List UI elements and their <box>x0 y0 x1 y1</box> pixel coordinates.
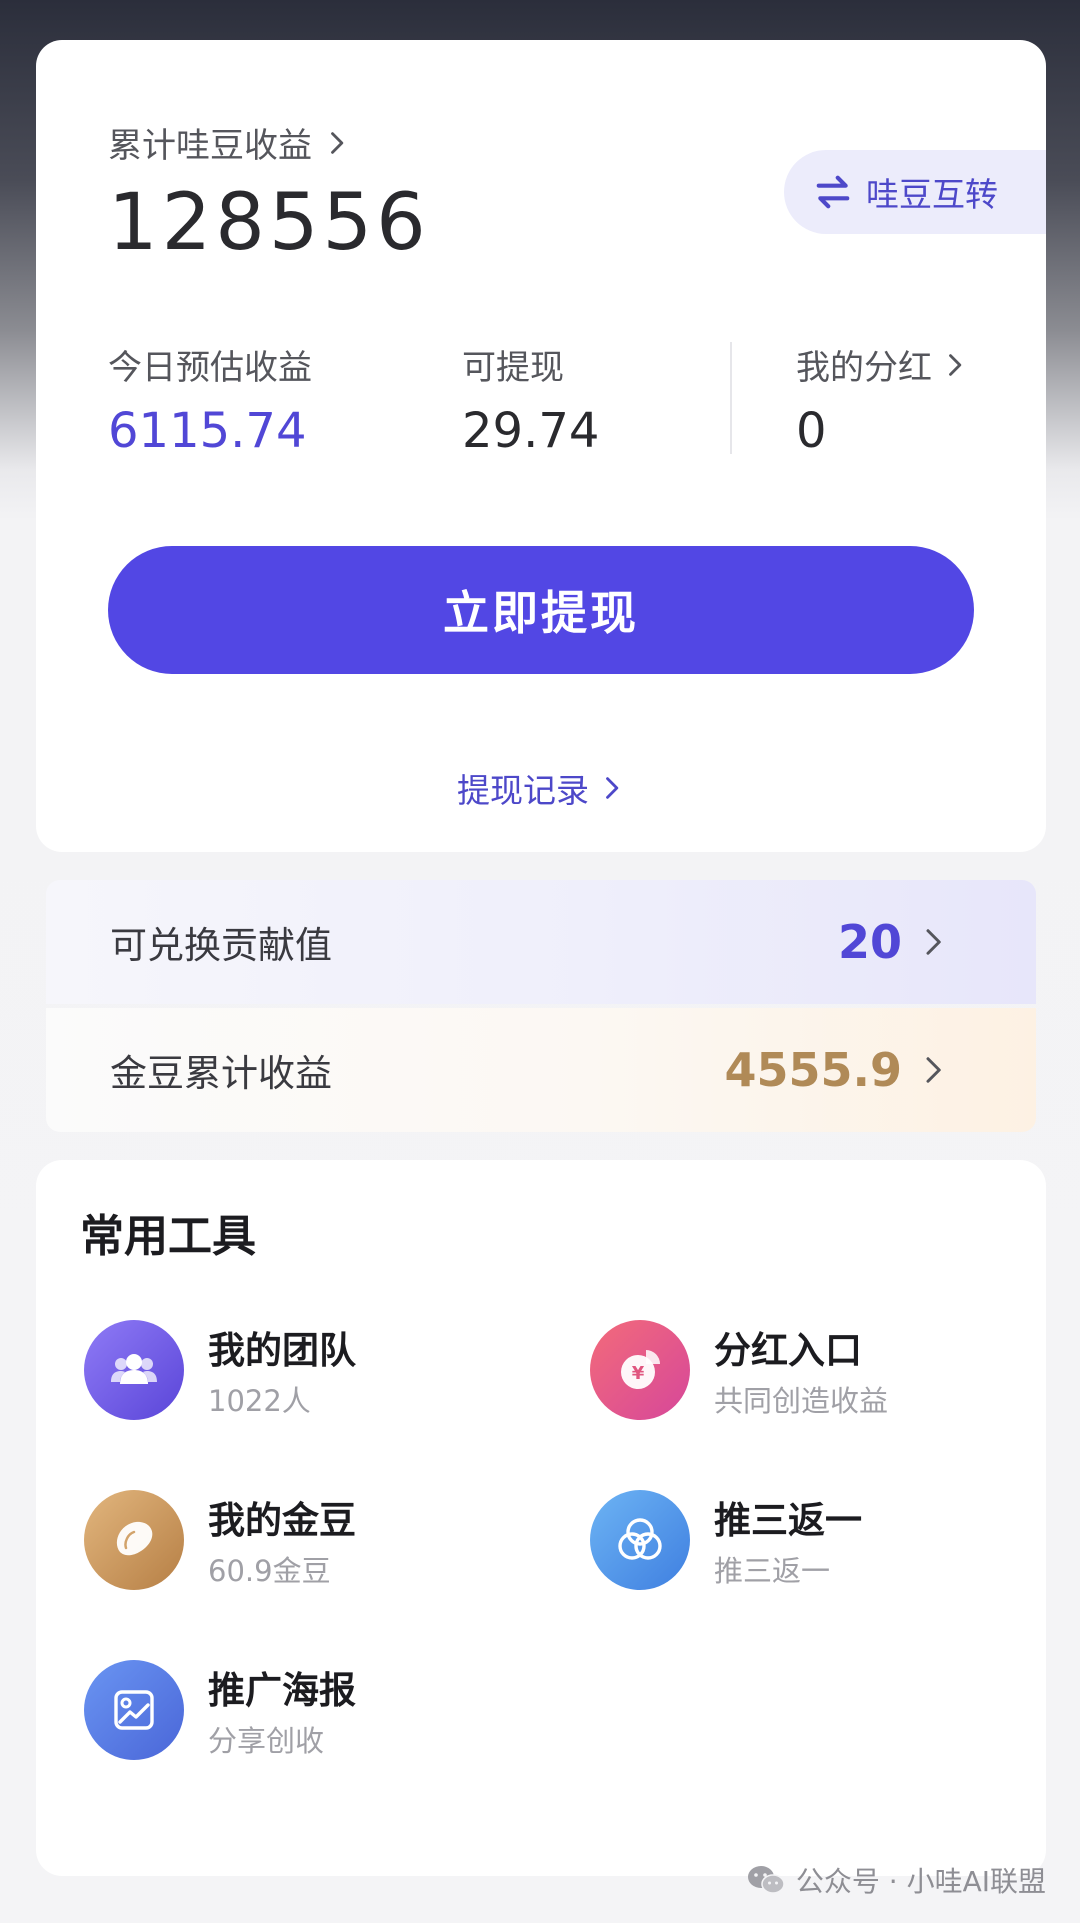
poster-icon <box>84 1660 184 1760</box>
earnings-card: 累计哇豆收益 128556 哇豆互转 今日预估收益 6115.74 可提现 29… <box>36 40 1046 852</box>
transfer-button[interactable]: 哇豆互转 <box>784 150 1046 234</box>
swap-icon <box>814 173 852 211</box>
tool-subtitle: 推三返一 <box>714 1554 831 1588</box>
tool-text: 推广海报 分享创收 <box>208 1660 356 1760</box>
divider <box>730 342 732 454</box>
tool-name: 推广海报 <box>208 1669 356 1712</box>
stat-withdrawable: 可提现 29.74 <box>462 340 599 459</box>
total-earnings-link[interactable]: 累计哇豆收益 <box>108 118 350 167</box>
stat-label: 我的分红 <box>796 348 932 388</box>
dividend-icon: ¥ <box>590 1320 690 1420</box>
contribution-value-group: 20 <box>838 915 948 969</box>
tool-text: 我的团队 1022人 <box>208 1320 356 1420</box>
withdraw-now-button[interactable]: 立即提现 <box>108 546 974 674</box>
chevron-right-icon <box>918 927 948 957</box>
gold-bean-earnings-row[interactable]: 金豆累计收益 4555.9 <box>46 1008 1036 1132</box>
contribution-row[interactable]: 可兑换贡献值 20 <box>46 880 1036 1004</box>
stat-my-dividend[interactable]: 我的分红 0 <box>796 340 968 459</box>
stat-label: 可提现 <box>462 348 564 388</box>
gold-bean-value-group: 4555.9 <box>724 1043 948 1097</box>
tool-subtitle: 分享创收 <box>208 1724 325 1758</box>
tools-title: 常用工具 <box>80 1211 256 1262</box>
watermark: 公众号 · 小哇AI联盟 <box>746 1860 1046 1900</box>
svg-text:¥: ¥ <box>632 1363 645 1384</box>
tool-name: 我的金豆 <box>208 1499 356 1542</box>
tool-subtitle: 60.9金豆 <box>208 1554 331 1588</box>
tool-text: 推三返一 推三返一 <box>714 1490 862 1590</box>
gold-bean-icon <box>84 1490 184 1590</box>
common-tools-card: 常用工具 我的团队 1022人 ¥ 分红入口 共同创造收益 我的金豆 60.9金… <box>36 1160 1046 1876</box>
tool-subtitle: 1022人 <box>208 1384 311 1418</box>
tool-name: 分红入口 <box>714 1329 862 1372</box>
venn-icon <box>590 1490 690 1590</box>
total-earnings-value: 128556 <box>108 178 430 268</box>
stat-value: 29.74 <box>462 403 600 459</box>
withdraw-records-link[interactable]: 提现记录 <box>36 764 1046 812</box>
chevron-right-icon <box>918 1055 948 1085</box>
tool-name: 推三返一 <box>714 1499 862 1542</box>
stat-label-link[interactable]: 我的分红 <box>796 340 968 389</box>
tool-dividend-entry[interactable]: ¥ 分红入口 共同创造收益 <box>590 1320 888 1420</box>
contribution-value: 20 <box>837 915 902 969</box>
tool-promo-poster[interactable]: 推广海报 分享创收 <box>84 1660 356 1760</box>
stat-today-estimate: 今日预估收益 6115.74 <box>108 340 312 459</box>
chevron-right-icon <box>940 351 968 379</box>
team-icon <box>84 1320 184 1420</box>
tool-my-team[interactable]: 我的团队 1022人 <box>84 1320 356 1420</box>
chevron-right-icon <box>597 774 625 802</box>
watermark-text: 公众号 · 小哇AI联盟 <box>795 1865 1046 1898</box>
withdraw-records-label: 提现记录 <box>457 771 589 810</box>
stat-value: 0 <box>796 403 827 459</box>
tool-name: 我的团队 <box>208 1329 356 1372</box>
tool-text: 我的金豆 60.9金豆 <box>208 1490 356 1590</box>
gold-bean-earnings-label: 金豆累计收益 <box>110 1052 332 1095</box>
stat-value: 6115.74 <box>108 403 307 459</box>
tool-text: 分红入口 共同创造收益 <box>714 1320 888 1420</box>
stats-row: 今日预估收益 6115.74 可提现 29.74 我的分红 0 <box>36 340 1046 460</box>
stat-label: 今日预估收益 <box>108 348 312 388</box>
transfer-label: 哇豆互转 <box>866 175 998 214</box>
chevron-right-icon <box>322 129 350 157</box>
tool-refer-three[interactable]: 推三返一 推三返一 <box>590 1490 862 1590</box>
wechat-icon <box>746 1863 786 1897</box>
tool-my-gold-bean[interactable]: 我的金豆 60.9金豆 <box>84 1490 356 1590</box>
contribution-label: 可兑换贡献值 <box>110 924 332 967</box>
total-earnings-label: 累计哇豆收益 <box>108 126 312 166</box>
gold-bean-earnings-value: 4555.9 <box>724 1043 902 1097</box>
tool-subtitle: 共同创造收益 <box>714 1384 889 1418</box>
